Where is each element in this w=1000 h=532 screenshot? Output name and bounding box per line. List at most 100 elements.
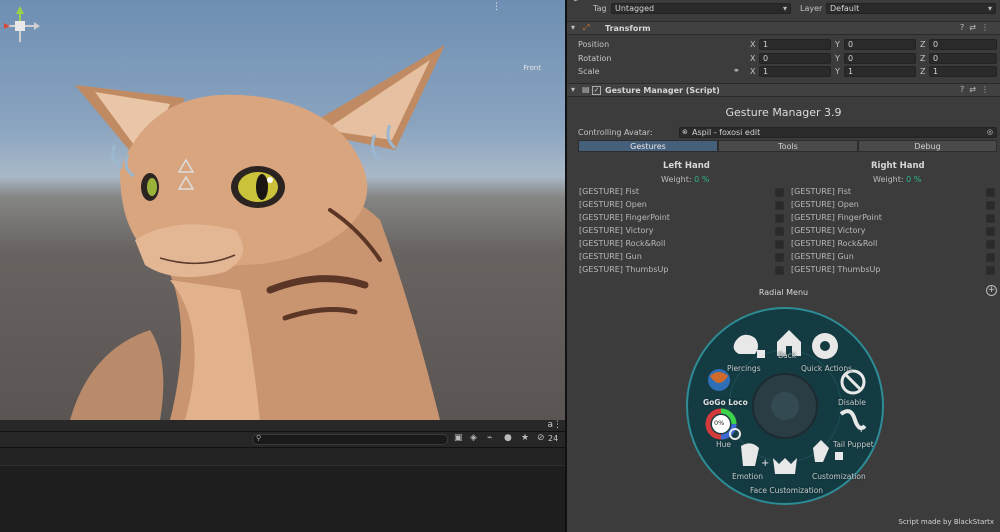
hue-percent: 0% <box>714 419 725 427</box>
axis-y-label: Y <box>835 54 840 63</box>
left-gesture-checkbox[interactable] <box>775 201 784 210</box>
right-gesture-checkbox[interactable] <box>986 214 995 223</box>
radial-item-quick-actions[interactable]: Quick Actions <box>801 364 852 373</box>
weight-label: Weight: <box>661 175 692 184</box>
gesture-manager-heading: Gesture Manager 3.9 <box>725 106 842 119</box>
position-label: Position <box>578 40 610 49</box>
console-tab-bar: a ⋮ <box>0 420 565 432</box>
radial-item-hue[interactable]: Hue <box>716 440 731 449</box>
avatar-render <box>70 45 445 420</box>
right-gesture-checkbox[interactable] <box>986 227 995 236</box>
radial-item-emotion[interactable]: Emotion <box>732 472 763 481</box>
radial-item-piercings[interactable]: Piercings <box>727 364 761 373</box>
left-gesture-label: [GESTURE] ThumbsUp <box>579 265 669 274</box>
left-gesture-checkbox[interactable] <box>775 253 784 262</box>
console-panel: a ⋮ ⚲ ▣ ◈ ⌁ ● ★ ⊘ 24 <box>0 420 565 532</box>
radial-item-customization[interactable]: Customization <box>812 472 866 481</box>
link-icon[interactable]: ⚭ <box>733 66 740 75</box>
object-picker-icon[interactable]: ◎ <box>987 128 993 137</box>
search-icon: ⚲ <box>256 434 262 442</box>
rotation-z-field[interactable]: 0 <box>929 53 997 64</box>
scale-x-field[interactable]: 1 <box>759 66 831 77</box>
left-gesture-label: [GESTURE] Victory <box>579 226 654 235</box>
radial-item-back[interactable]: Back <box>778 351 796 360</box>
right-weight-value: 0 % <box>906 175 922 184</box>
right-gesture-label: [GESTURE] Victory <box>791 226 866 235</box>
position-z-field[interactable]: 0 <box>929 39 997 50</box>
inspector-panel: ⚙︎ Tag Untagged Layer Default ▾ ⤢ Transf… <box>567 0 1000 532</box>
foldout-arrow-icon[interactable]: ▾ <box>571 23 575 32</box>
controlling-avatar-label: Controlling Avatar: <box>578 128 653 137</box>
scale-y-field[interactable]: 1 <box>844 66 916 77</box>
console-tag-icon[interactable]: ◈ <box>470 433 477 443</box>
script-title: Gesture Manager (Script) <box>605 86 720 95</box>
info-icon[interactable]: ● <box>504 433 512 443</box>
radial-item-tail-puppet[interactable]: Tail Puppet <box>833 440 874 449</box>
radial-item-disable[interactable]: Disable <box>838 398 866 407</box>
tab-gestures[interactable]: Gestures <box>578 140 718 152</box>
rotation-x-field[interactable]: 0 <box>759 53 831 64</box>
right-gesture-checkbox[interactable] <box>986 240 995 249</box>
left-gesture-label: [GESTURE] Open <box>579 200 647 209</box>
star-icon[interactable]: ★ <box>521 433 529 443</box>
left-gesture-checkbox[interactable] <box>775 266 784 275</box>
right-gesture-checkbox[interactable] <box>986 266 995 275</box>
right-gesture-checkbox[interactable] <box>986 201 995 210</box>
left-gesture-checkbox[interactable] <box>775 188 784 197</box>
left-hand-title: Left Hand <box>663 161 710 171</box>
avatar-icon: ⊛ <box>682 128 688 136</box>
right-gesture-checkbox[interactable] <box>986 188 995 197</box>
settings-icon[interactable]: ⚙︎ <box>572 0 579 3</box>
left-gesture-label: [GESTURE] Fist <box>579 187 640 196</box>
transform-icon: ⤢ <box>583 23 590 32</box>
left-gesture-checkbox[interactable] <box>775 214 784 223</box>
position-y-field[interactable]: 0 <box>844 39 916 50</box>
gesture-manager-header[interactable]: ▾ ▤ ✓ Gesture Manager (Script) ?⇄⋮ <box>567 83 1000 97</box>
right-weight: Weight: 0 % <box>873 175 921 184</box>
add-circle-icon[interactable]: + <box>986 285 997 296</box>
axis-y-label: Y <box>835 67 840 76</box>
radial-item-gogo-loco[interactable]: GoGo Loco <box>703 398 748 407</box>
visibility-icon[interactable]: ⊘ <box>537 433 545 443</box>
transform-header[interactable]: ▾ ⤢ Transform ?⇄⋮ <box>567 21 1000 35</box>
position-x-field[interactable]: 1 <box>759 39 831 50</box>
right-gesture-checkbox[interactable] <box>986 253 995 262</box>
script-icon: ▤ <box>582 85 590 94</box>
axis-z-label: Z <box>920 40 926 49</box>
svg-text:+: + <box>761 458 769 469</box>
axis-x-label: X <box>750 67 756 76</box>
tag-dropdown[interactable]: Untagged <box>611 3 791 14</box>
console-filter-icon[interactable]: ▣ <box>454 433 463 443</box>
avatar-object-field[interactable]: ⊛ Aspil - foxosi edit ◎ <box>679 127 997 138</box>
gizmo-label: Front <box>523 64 541 72</box>
console-link-icon[interactable]: ⌁ <box>487 433 492 443</box>
transform-title: Transform <box>605 24 651 33</box>
foldout-arrow-icon[interactable]: ▾ <box>571 85 575 94</box>
component-menu-icons[interactable]: ?⇄⋮ <box>960 85 994 94</box>
tab-debug[interactable]: Debug <box>858 140 997 152</box>
layer-dropdown[interactable]: Default <box>826 3 996 14</box>
axis-z-label: Z <box>920 54 926 63</box>
left-gesture-label: [GESTURE] Gun <box>579 252 642 261</box>
axis-x-label: X <box>750 40 756 49</box>
enabled-checkbox[interactable]: ✓ <box>592 86 601 95</box>
component-menu-icons[interactable]: ?⇄⋮ <box>960 23 994 32</box>
left-gesture-label: [GESTURE] FingerPoint <box>579 213 670 222</box>
more-icon[interactable]: ⋮ <box>553 420 562 430</box>
right-hand-title: Right Hand <box>871 161 925 171</box>
left-weight: Weight: 0 % <box>661 175 709 184</box>
rotation-label: Rotation <box>578 54 612 63</box>
axis-z-label: Z <box>920 67 926 76</box>
left-gesture-checkbox[interactable] <box>775 227 784 236</box>
scene-view[interactable]: ⋮ Front <box>0 0 565 420</box>
orientation-gizmo-icon[interactable] <box>0 0 40 60</box>
right-gesture-label: [GESTURE] Open <box>791 200 859 209</box>
more-icon[interactable]: ⋮ <box>492 2 501 12</box>
radial-item-face-customization[interactable]: Face Customization <box>750 486 823 495</box>
rotation-y-field[interactable]: 0 <box>844 53 916 64</box>
scale-z-field[interactable]: 1 <box>929 66 997 77</box>
left-gesture-checkbox[interactable] <box>775 240 784 249</box>
console-search-input[interactable]: ⚲ <box>252 434 448 445</box>
tab-tools[interactable]: Tools <box>718 140 858 152</box>
gear-icon[interactable] <box>812 333 838 359</box>
